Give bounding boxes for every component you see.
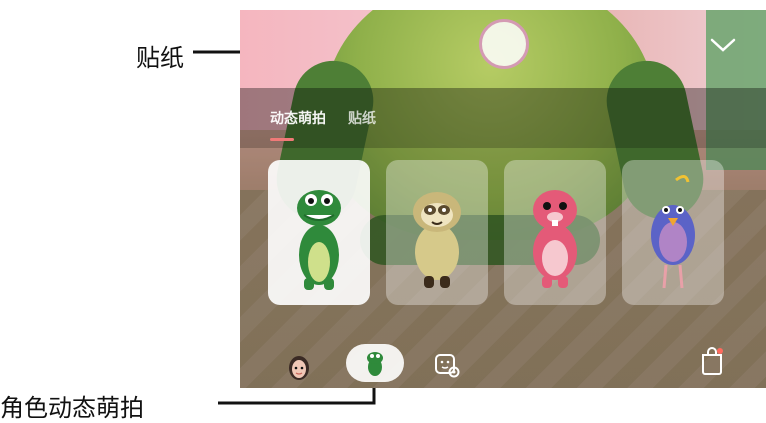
effect-tabs: 动态萌拍 贴纸 xyxy=(270,108,376,128)
character-card-dinosaur[interactable] xyxy=(268,160,370,305)
avatar-icon[interactable] xyxy=(284,352,314,382)
tab-stickers[interactable]: 贴纸 xyxy=(348,108,376,128)
sticker-settings-icon[interactable] xyxy=(433,351,463,381)
bottom-toolbar xyxy=(240,328,766,388)
sloth-icon xyxy=(413,192,461,288)
dinosaur-icon xyxy=(367,352,383,376)
chevron-down-icon[interactable] xyxy=(710,36,736,54)
camera-screen: 动态萌拍 贴纸 xyxy=(240,10,766,388)
store-bag-icon[interactable] xyxy=(699,346,725,376)
character-card-sloth[interactable] xyxy=(386,160,488,305)
character-grid xyxy=(268,160,724,305)
sticker-callout-label: 贴纸 xyxy=(136,44,184,72)
character-card-pink-beaver[interactable] xyxy=(504,160,606,305)
ar-character-button[interactable] xyxy=(346,344,404,382)
ar-character-callout-label: 角色动态萌拍 xyxy=(0,394,144,422)
blue-bird-icon xyxy=(651,175,695,289)
dinosaur-icon xyxy=(297,190,341,290)
character-card-blue-bird[interactable] xyxy=(622,160,724,305)
pink-beaver-icon xyxy=(533,190,577,288)
tab-ar-emoji[interactable]: 动态萌拍 xyxy=(270,108,326,128)
active-tab-indicator xyxy=(270,138,294,141)
shutter-button[interactable] xyxy=(479,19,529,69)
